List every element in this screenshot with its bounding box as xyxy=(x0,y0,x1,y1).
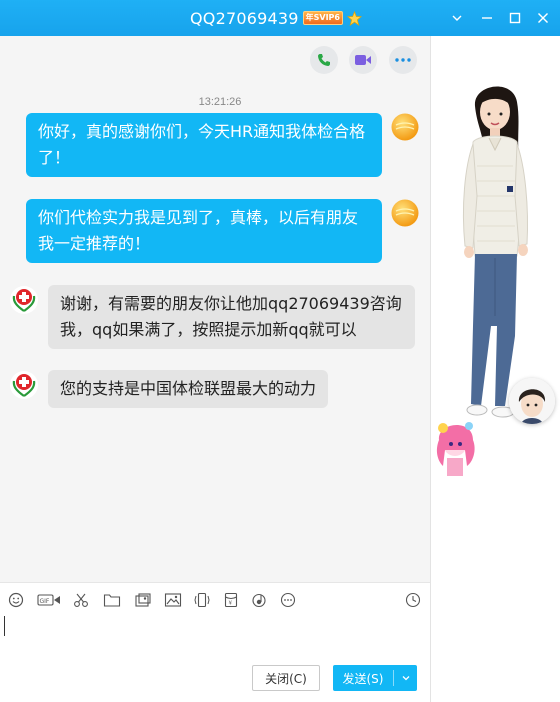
image-icon[interactable] xyxy=(164,591,182,609)
close-icon[interactable] xyxy=(533,8,553,28)
message-bubble-incoming[interactable]: 您的支持是中国体检联盟最大的动力 xyxy=(48,370,329,408)
message-bubble-outgoing[interactable]: 你好，真的感谢你们，今天HR通知我体检合格了！ xyxy=(26,113,382,177)
maximize-icon[interactable] xyxy=(505,8,525,28)
emoji-icon[interactable] xyxy=(7,591,25,609)
folder-icon[interactable] xyxy=(103,591,121,609)
chat-history[interactable]: 13:21:26 你好，真的感谢你们，今天HR通知我体检合格了！ 你们代检实力我… xyxy=(0,36,430,582)
contact-avatar[interactable] xyxy=(10,371,38,399)
vip-badge: 年SVIP6 xyxy=(302,11,343,25)
more-icon[interactable] xyxy=(279,591,297,609)
title-bar: QQ27069439 年SVIP6 xyxy=(0,0,560,36)
send-button[interactable]: 发送(S) xyxy=(333,665,417,691)
text-caret xyxy=(4,616,5,636)
user-avatar[interactable] xyxy=(391,199,419,227)
chevron-down-icon[interactable] xyxy=(447,8,467,28)
scissors-icon[interactable] xyxy=(72,591,90,609)
chevron-down-icon[interactable] xyxy=(394,673,417,683)
show-panel xyxy=(431,36,560,702)
show-avatar-figure xyxy=(436,86,529,476)
send-button-label: 发送(S) xyxy=(342,671,384,686)
minimize-icon[interactable] xyxy=(477,8,497,28)
gif-icon[interactable]: GIF xyxy=(37,591,61,609)
message-bubble-outgoing[interactable]: 你们代检实力我是见到了，真棒，以后有朋友我一定推荐的！ xyxy=(26,199,382,263)
window-title-group: QQ27069439 年SVIP6 xyxy=(190,6,362,30)
svg-text:¥: ¥ xyxy=(229,601,233,607)
contact-avatar[interactable] xyxy=(10,286,38,314)
red-packet-icon[interactable]: ¥ xyxy=(222,591,240,609)
music-icon[interactable] xyxy=(250,591,268,609)
svg-text:GIF: GIF xyxy=(40,598,50,605)
video-icon[interactable] xyxy=(349,46,377,74)
star-icon xyxy=(346,10,362,26)
contact-show-avatar[interactable] xyxy=(509,378,555,424)
history-clock-icon[interactable] xyxy=(404,591,422,609)
close-button[interactable]: 关闭(C) xyxy=(252,665,320,691)
message-timestamp: 13:21:26 xyxy=(198,96,242,108)
input-toolbar: GIF ¥ xyxy=(0,582,430,616)
shake-icon[interactable] xyxy=(193,591,211,609)
screenshot-icon[interactable] xyxy=(134,591,152,609)
more-icon[interactable] xyxy=(389,46,417,74)
message-bubble-incoming[interactable]: 谢谢，有需要的朋友你让他加qq27069439咨询我，qq如果满了，按照提示加新… xyxy=(48,285,415,349)
user-avatar[interactable] xyxy=(391,113,419,141)
window-title: QQ27069439 xyxy=(190,8,299,28)
phone-icon[interactable] xyxy=(310,46,338,74)
